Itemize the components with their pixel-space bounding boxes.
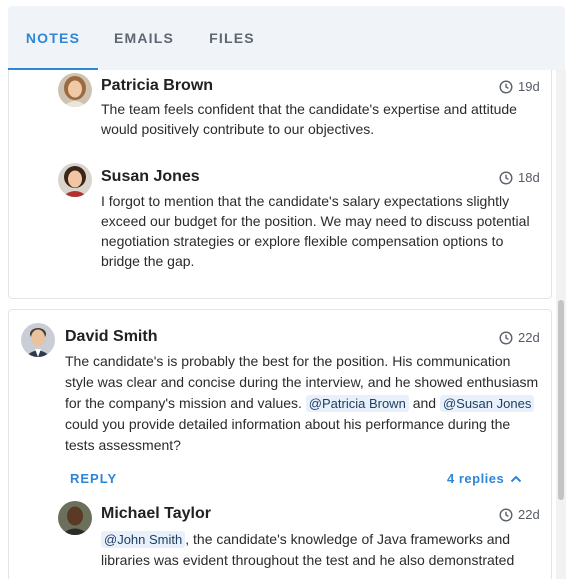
note-text: The candidate's is probably the best for… bbox=[65, 351, 540, 456]
note-text-part: could you provide detailed information a… bbox=[65, 416, 511, 453]
reply-author: Susan Jones bbox=[101, 168, 200, 185]
reply-time-text: 19d bbox=[518, 79, 540, 94]
note-author: David Smith bbox=[65, 328, 158, 345]
note-text-and: and bbox=[412, 395, 437, 411]
reply-author: Patricia Brown bbox=[101, 77, 214, 94]
avatar-photo bbox=[58, 73, 92, 107]
scrollbar-thumb[interactable] bbox=[558, 300, 564, 500]
reply-author: Michael Taylor bbox=[101, 505, 211, 522]
reply-time-text: 18d bbox=[518, 170, 540, 185]
mention-tag[interactable]: @Susan Jones bbox=[439, 395, 535, 412]
reply-text: The team feels confident that the candid… bbox=[101, 101, 517, 137]
clock-icon bbox=[499, 507, 513, 522]
avatar[interactable] bbox=[58, 163, 92, 197]
avatar-photo bbox=[58, 163, 92, 197]
mention-tag[interactable]: @Patricia Brown bbox=[305, 395, 409, 412]
tab-emails-label: EMAILS bbox=[113, 30, 175, 46]
avatar[interactable] bbox=[21, 323, 55, 357]
tab-bar: NOTES EMAILS FILES bbox=[8, 6, 565, 70]
reply-text: I forgot to mention that the candidate's… bbox=[101, 193, 530, 269]
mention-tag[interactable]: @John Smith bbox=[101, 531, 186, 548]
replies-toggle[interactable]: 4 replies bbox=[447, 471, 522, 486]
replies-count: 4 replies bbox=[447, 471, 505, 486]
tab-notes[interactable]: NOTES bbox=[8, 6, 98, 70]
reply-button[interactable]: REPLY bbox=[70, 471, 117, 486]
notes-feed: Patricia Brown 19d The team feels confid… bbox=[0, 70, 571, 579]
avatar-photo bbox=[58, 501, 92, 535]
avatar[interactable] bbox=[58, 501, 92, 535]
tab-notes-label: NOTES bbox=[25, 30, 81, 46]
note-card: David Smith 22d The candidate's is proba… bbox=[8, 309, 552, 579]
chevron-up-icon bbox=[511, 475, 522, 482]
reply-timestamp: 19d bbox=[499, 79, 540, 94]
reply-timestamp: 22d bbox=[499, 507, 540, 522]
note-time-text: 22d bbox=[518, 330, 540, 345]
tab-files[interactable]: FILES bbox=[192, 6, 272, 70]
scrollbar[interactable] bbox=[556, 70, 566, 579]
avatar-photo bbox=[21, 323, 55, 357]
note-timestamp: 22d bbox=[499, 330, 540, 345]
reply-text: @John Smith, the candidate's knowledge o… bbox=[101, 529, 541, 570]
reply-timestamp: 18d bbox=[499, 170, 540, 185]
tab-emails[interactable]: EMAILS bbox=[100, 6, 188, 70]
tab-files-label: FILES bbox=[209, 30, 255, 46]
avatar[interactable] bbox=[58, 73, 92, 107]
clock-icon bbox=[499, 170, 513, 185]
note-card: Patricia Brown 19d The team feels confid… bbox=[8, 70, 552, 299]
clock-icon bbox=[499, 79, 513, 94]
clock-icon bbox=[499, 330, 513, 345]
reply-time-text: 22d bbox=[518, 507, 540, 522]
